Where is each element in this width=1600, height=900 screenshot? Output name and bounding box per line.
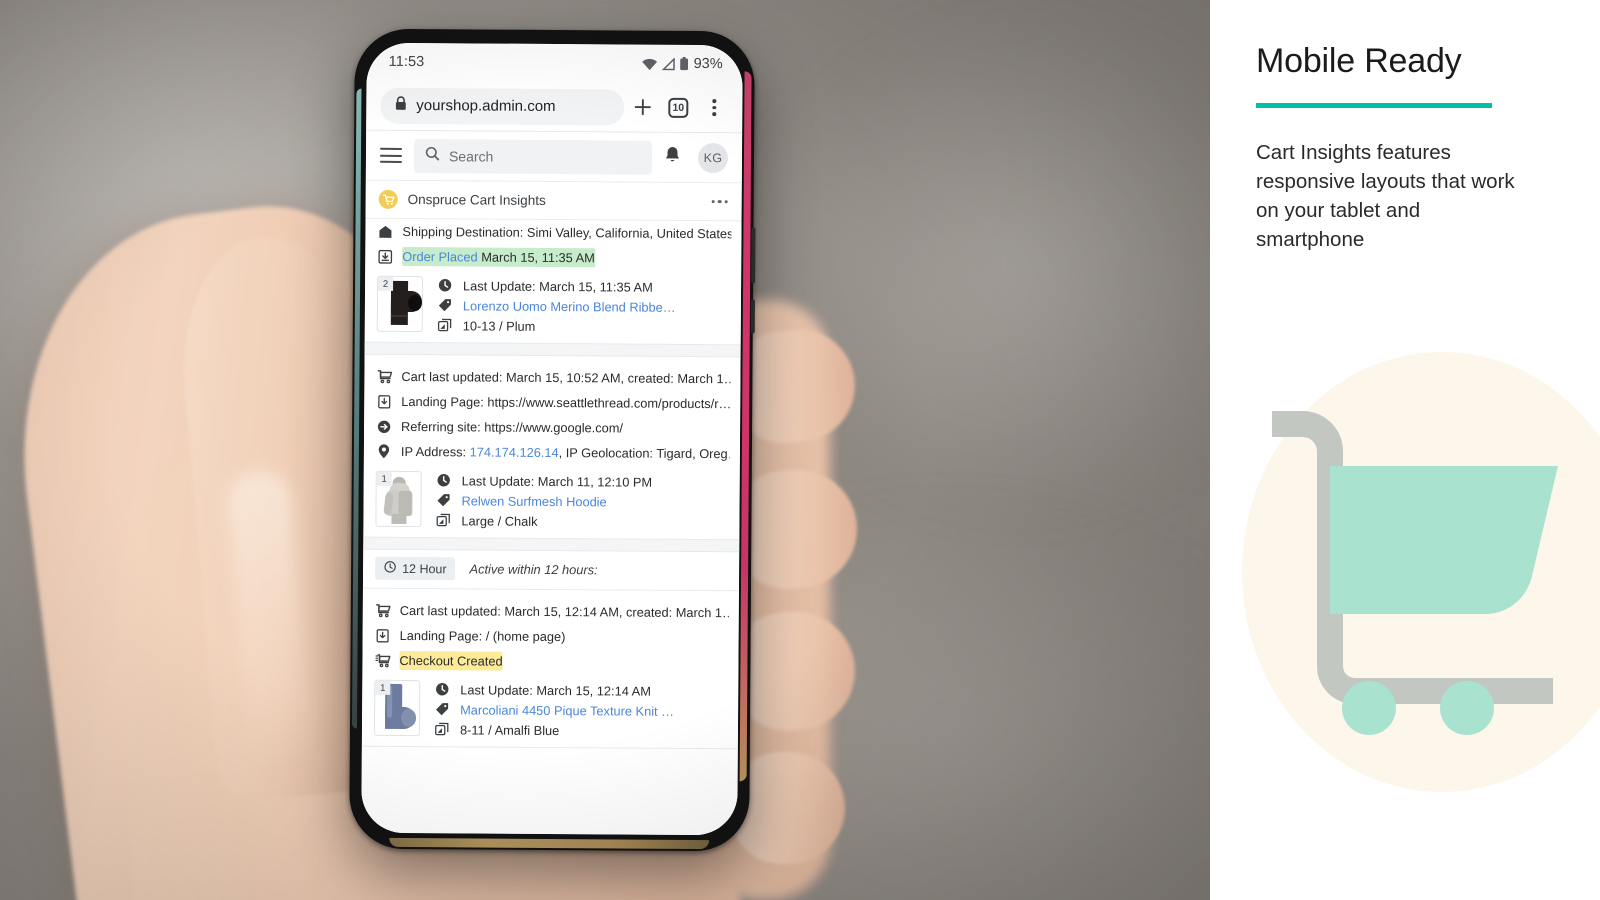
page-title: Mobile Ready: [1256, 42, 1462, 80]
right-info-panel: Mobile Ready Cart Insights features resp…: [1210, 0, 1600, 900]
phone-photo-background: 11:53 93%: [0, 0, 1210, 900]
cart-glyph: [1272, 411, 1558, 735]
photo-vignette: [0, 0, 1210, 900]
panel-description: Cart Insights features responsive layout…: [1256, 141, 1515, 252]
screenshot-root: 11:53 93%: [0, 0, 1600, 900]
shopping-cart-illustration: [1220, 340, 1600, 810]
accent-divider: [1256, 103, 1492, 109]
